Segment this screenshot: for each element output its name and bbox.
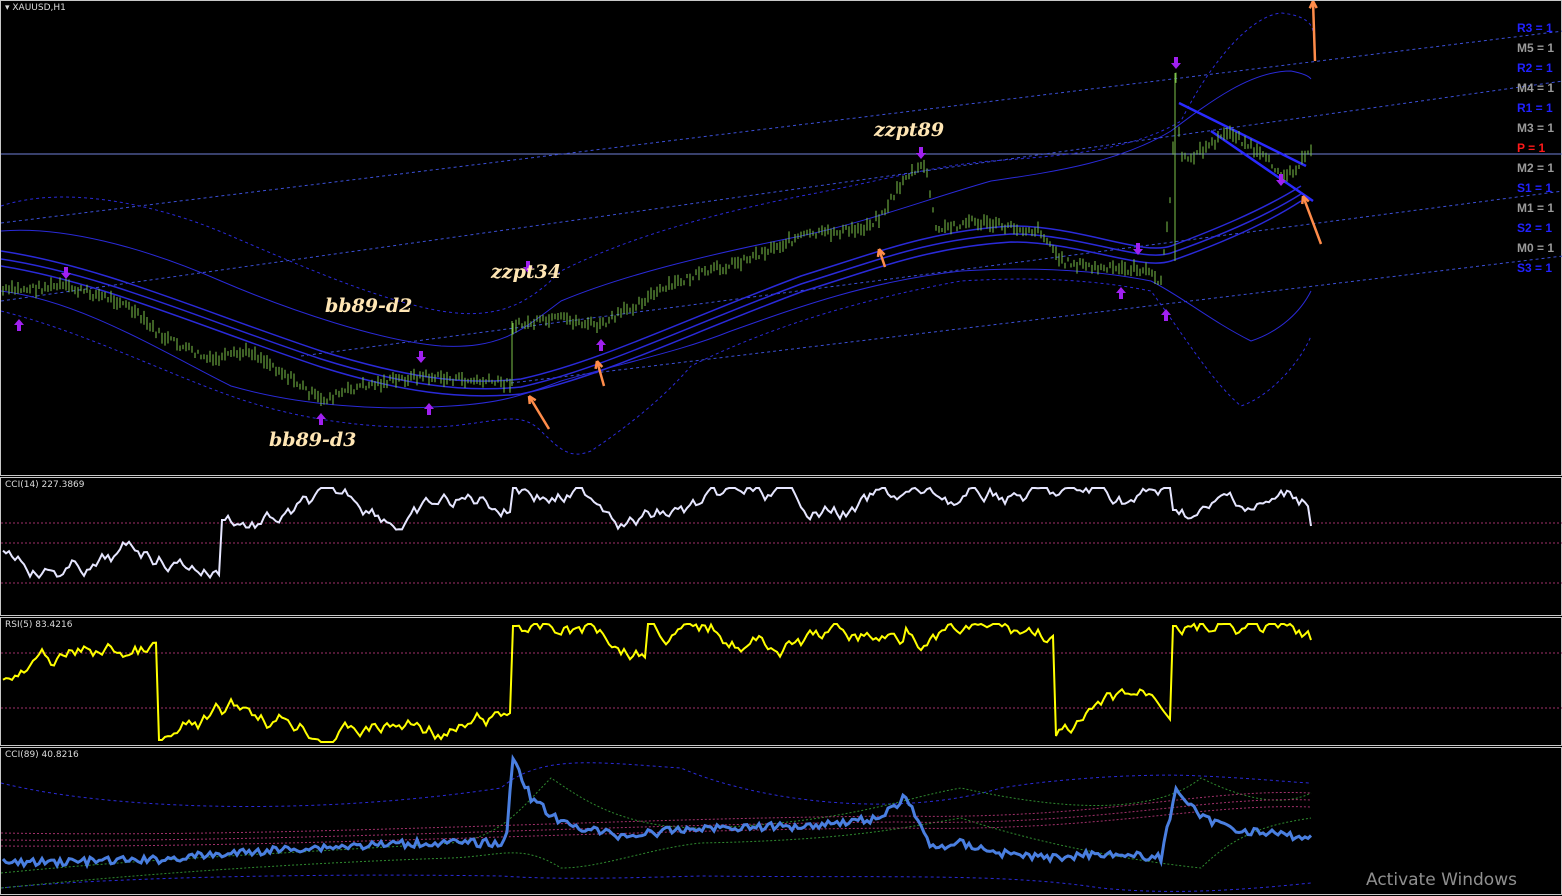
cci89-band-lower: [1, 874, 1312, 892]
pivot-label-r2: R2 = 1: [1517, 61, 1553, 75]
cci14-line: [2, 486, 1312, 580]
zigzag-up-marker-icon: [14, 319, 24, 331]
annotation-bb89-d3: bb89-d3: [269, 429, 357, 451]
cci14-indicator-pane[interactable]: CCI(14) 227.3869: [0, 477, 1562, 616]
pivot-label-r1: R1 = 1: [1517, 101, 1553, 115]
pivot-label-r3: R3 = 1: [1517, 21, 1553, 35]
cci89-band-upper: [1, 762, 1312, 808]
zigzag-up-marker-icon: [1161, 309, 1171, 321]
activate-windows-watermark: Activate Windows: [1366, 870, 1517, 890]
cci89-green-band-1: [1, 777, 1312, 874]
zigzag-up-marker-icon: [424, 403, 434, 415]
trend-channel-upper: [1, 30, 1562, 224]
zigzag-down-marker-icon: [61, 267, 71, 279]
pivot-label-m2: M2 = 1: [1517, 161, 1555, 175]
zigzag-down-marker-icon: [1171, 57, 1181, 69]
wedge-lower-line: [1210, 129, 1314, 203]
price-bars: [2, 72, 1312, 406]
pivot-label-p: P = 1: [1517, 141, 1546, 155]
zigzag-up-marker-icon: [596, 339, 606, 351]
annotation-zzpt89: zzpt89: [874, 119, 945, 141]
trend-channel-mid-upper: [1, 80, 1562, 302]
pivot-label-m0: M0 = 1: [1517, 241, 1555, 255]
cci89-ma-magenta-3: [1, 806, 1312, 847]
main-chart-pane[interactable]: ▾ XAUUSD,H1 zzpt89 zzpt34 bb89-d2 bb89-d…: [0, 0, 1562, 476]
pivot-label-m1: M1 = 1: [1517, 201, 1555, 215]
signal-arrows: [527, 1, 1323, 430]
zigzag-markers: [14, 57, 1286, 425]
cci89-indicator-pane[interactable]: CCI(89) 40.8216: [0, 747, 1562, 895]
zigzag-up-marker-icon: [1116, 287, 1126, 299]
cci89-canvas[interactable]: [1, 748, 1562, 896]
pivot-label-m4: M4 = 1: [1517, 81, 1555, 95]
bollinger-outer-lower-band: [1, 278, 1312, 455]
bollinger-lower-band: [1, 268, 1312, 409]
price-chart-canvas[interactable]: [1, 1, 1562, 477]
zigzag-down-marker-icon: [916, 147, 926, 159]
cci89-line: [1, 754, 1313, 870]
rsi5-canvas[interactable]: [1, 618, 1562, 747]
rsi5-indicator-pane[interactable]: RSI(5) 83.4216: [0, 617, 1562, 746]
wedge-upper-line: [1178, 101, 1307, 168]
zigzag-up-marker-icon: [316, 413, 326, 425]
signal-arrow-icon: [527, 395, 551, 430]
cci14-canvas[interactable]: [1, 478, 1562, 617]
pivot-label-s1: S1 = 1: [1517, 181, 1553, 195]
signal-arrow-icon: [1301, 195, 1323, 245]
annotation-zzpt34: zzpt34: [491, 261, 562, 283]
rsi5-line: [2, 622, 1312, 743]
zigzag-down-marker-icon: [416, 351, 426, 363]
pivot-label-m5: M5 = 1: [1517, 41, 1555, 55]
pivot-label-s3: S3 = 1: [1517, 261, 1553, 275]
trend-channel-lower: [510, 255, 1562, 384]
pivot-label-m3: M3 = 1: [1517, 121, 1555, 135]
pivot-label-s2: S2 = 1: [1517, 221, 1553, 235]
annotation-bb89-d2: bb89-d2: [325, 295, 413, 317]
cci89-ma-magenta-1: [1, 792, 1312, 835]
signal-arrow-icon: [1311, 1, 1317, 62]
